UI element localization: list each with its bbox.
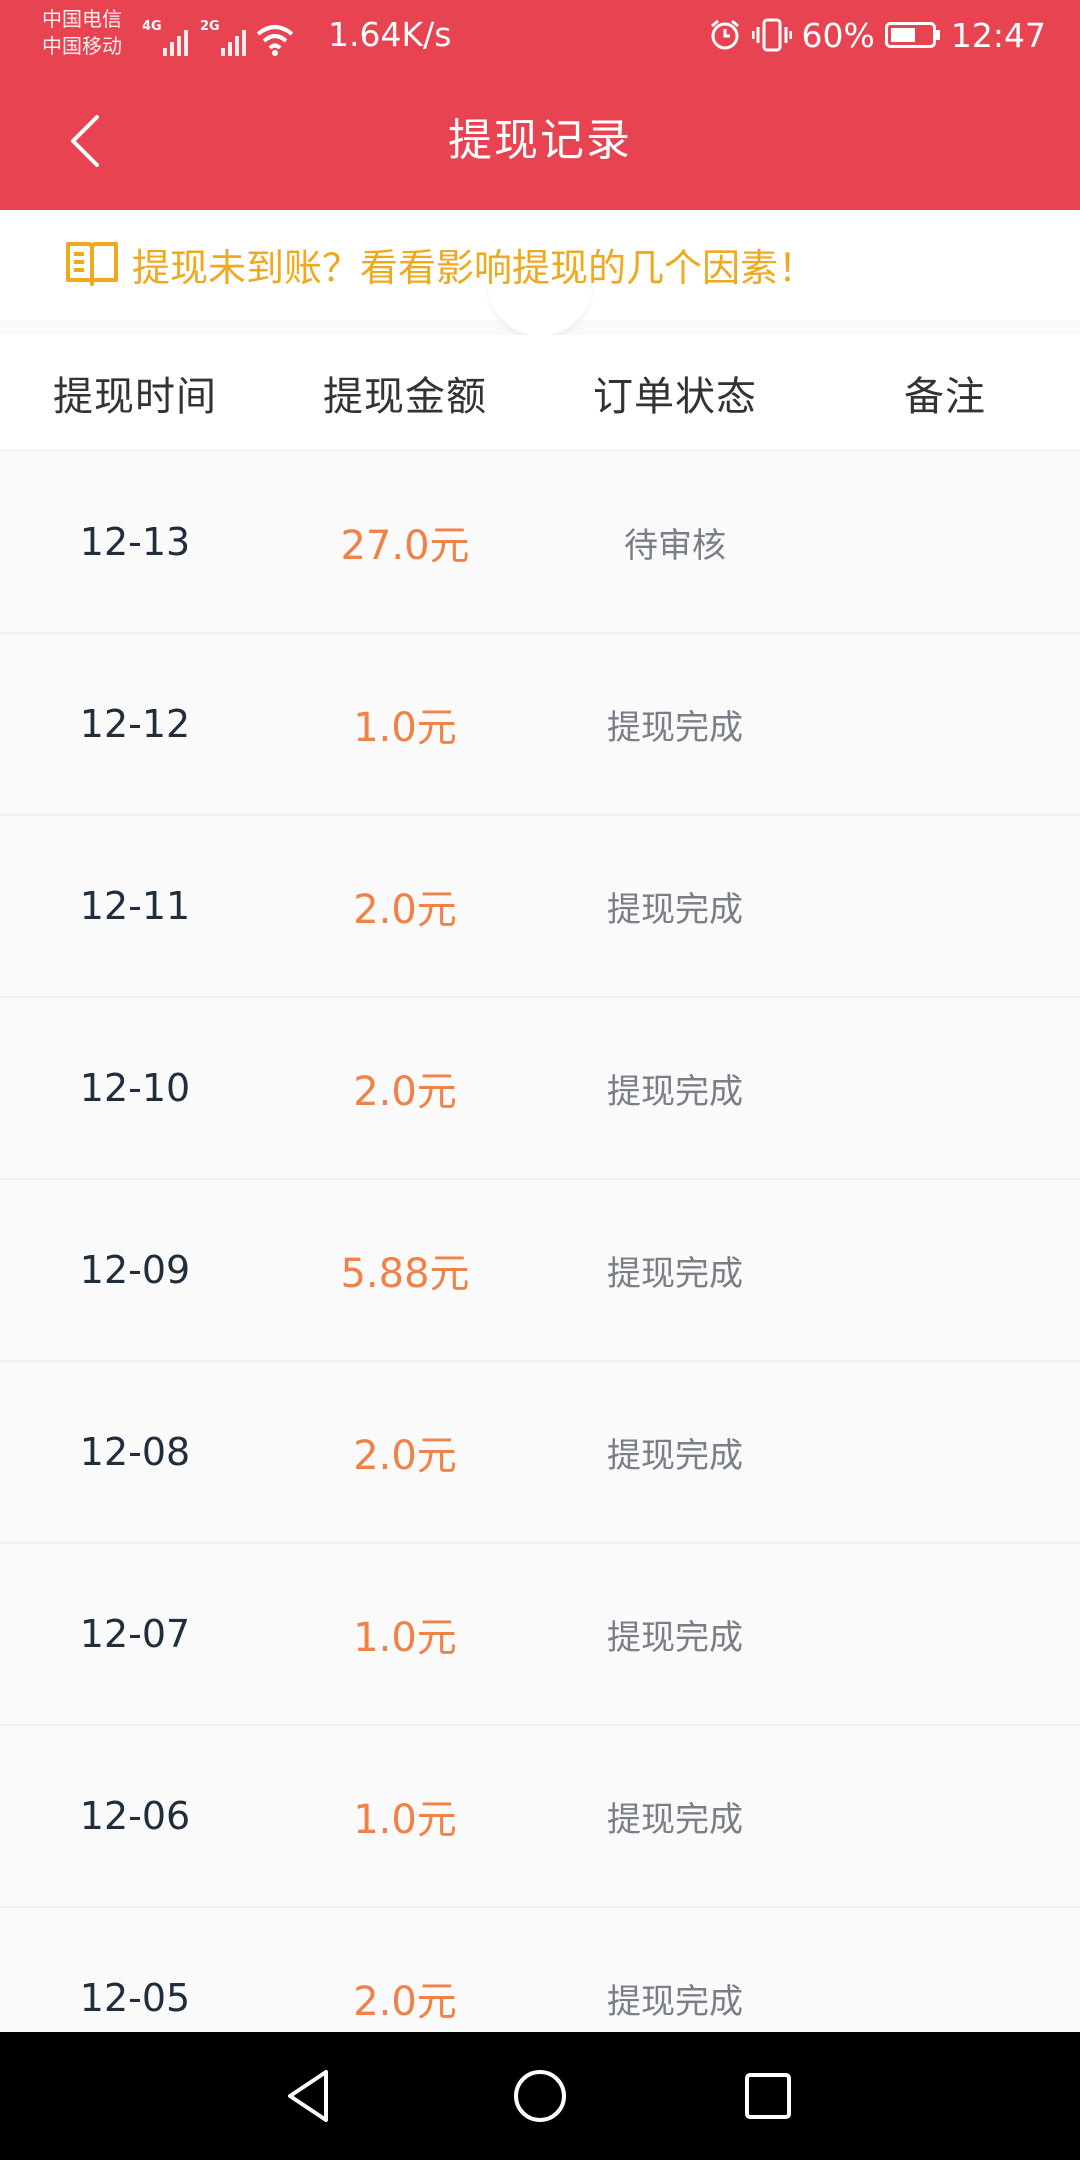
header-date: 提现时间 xyxy=(53,373,217,420)
row-status: 提现完成 xyxy=(607,707,743,748)
nav-home-button[interactable] xyxy=(504,2060,576,2132)
row-date: 12-08 xyxy=(79,1430,191,1474)
carrier-1: 中国电信 xyxy=(42,7,122,31)
book-icon xyxy=(66,242,118,286)
table-row: 12-05 2.0元 提现完成 xyxy=(0,1908,1080,2032)
row-status: 提现完成 xyxy=(607,1435,743,1476)
row-date: 12-11 xyxy=(79,884,191,928)
notice-text: 提现未到账？看看影响提现的几个因素！ xyxy=(132,245,817,290)
table-row: 12-06 1.0元 提现完成 xyxy=(0,1726,1080,1908)
row-amount: 2.0元 xyxy=(353,887,457,933)
title-bar: 提现记录 xyxy=(0,70,1080,210)
row-status: 提现完成 xyxy=(607,1071,743,1112)
row-date: 12-09 xyxy=(79,1248,191,1292)
vibrate-icon xyxy=(751,18,792,52)
row-status: 提现完成 xyxy=(607,1799,743,1840)
recents-square-icon xyxy=(745,2073,791,2119)
row-amount: 27.0元 xyxy=(340,523,470,569)
system-navigation-bar xyxy=(0,2032,1080,2160)
row-amount: 5.88元 xyxy=(340,1251,470,1297)
row-amount: 2.0元 xyxy=(353,1979,457,2025)
network-label-1: 4G xyxy=(142,19,162,34)
nav-recents-button[interactable] xyxy=(732,2060,804,2132)
withdraw-tips-link[interactable]: 提现未到账？看看影响提现的几个因素！ xyxy=(64,234,816,294)
battery-icon xyxy=(884,22,940,48)
header: 中国电信 中国移动 4G 2G 1.64K/s 60% 12:47 提现记录 xyxy=(0,0,1080,210)
table-row: 12-08 2.0元 提现完成 xyxy=(0,1362,1080,1544)
network-speed: 1.64K/s xyxy=(328,15,452,54)
status-bar: 中国电信 中国移动 4G 2G 1.64K/s 60% 12:47 xyxy=(0,0,1080,70)
table-row: 12-13 27.0元 待审核 xyxy=(0,452,1080,634)
header-remark: 备注 xyxy=(904,373,986,420)
signal-group: 4G 2G xyxy=(140,16,294,56)
home-circle-icon xyxy=(514,2070,566,2122)
page: 中国电信 中国移动 4G 2G 1.64K/s 60% 12:47 提现记录 提… xyxy=(0,0,1080,2160)
pull-indicator xyxy=(488,284,592,336)
table-row: 12-09 5.88元 提现完成 xyxy=(0,1180,1080,1362)
battery-percentage: 60% xyxy=(801,15,875,55)
row-status: 提现完成 xyxy=(607,1981,743,2022)
row-date: 12-06 xyxy=(79,1794,191,1838)
row-date: 12-12 xyxy=(79,702,191,746)
row-amount: 1.0元 xyxy=(353,1797,457,1843)
status-right: 60% 12:47 xyxy=(708,15,1046,55)
carrier-labels: 中国电信 中国移动 xyxy=(42,6,122,60)
row-amount: 1.0元 xyxy=(353,1615,457,1661)
withdraw-record-list[interactable]: 12-13 27.0元 待审核 12-12 1.0元 提现完成 12-11 2.… xyxy=(0,452,1080,2032)
table-header: 提现时间 提现金额 订单状态 备注 xyxy=(0,335,1080,451)
wifi-icon xyxy=(256,25,294,56)
row-status: 提现完成 xyxy=(607,1617,743,1658)
row-date: 12-10 xyxy=(79,1066,191,1110)
page-title: 提现记录 xyxy=(448,115,632,166)
clock-time: 12:47 xyxy=(950,15,1046,55)
nav-back-button[interactable] xyxy=(272,2060,344,2132)
row-date: 12-07 xyxy=(79,1612,191,1656)
signal-4g-icon: 4G xyxy=(140,20,188,56)
row-date: 12-13 xyxy=(79,520,191,564)
row-amount: 2.0元 xyxy=(353,1069,457,1115)
table-row: 12-10 2.0元 提现完成 xyxy=(0,998,1080,1180)
header-amount: 提现金额 xyxy=(323,373,487,420)
alarm-icon xyxy=(710,19,739,50)
row-amount: 1.0元 xyxy=(353,705,457,751)
table-row: 12-12 1.0元 提现完成 xyxy=(0,634,1080,816)
network-label-2: 2G xyxy=(200,19,220,34)
row-amount: 2.0元 xyxy=(353,1433,457,1479)
back-triangle-icon xyxy=(288,2070,328,2122)
header-status: 订单状态 xyxy=(593,373,757,420)
carrier-2: 中国移动 xyxy=(42,34,122,58)
row-status: 提现完成 xyxy=(607,889,743,930)
row-status: 提现完成 xyxy=(607,1253,743,1294)
table-row: 12-07 1.0元 提现完成 xyxy=(0,1544,1080,1726)
row-date: 12-05 xyxy=(79,1976,191,2020)
table-row: 12-11 2.0元 提现完成 xyxy=(0,816,1080,998)
row-status: 待审核 xyxy=(624,525,726,566)
signal-2g-icon: 2G xyxy=(198,20,246,56)
